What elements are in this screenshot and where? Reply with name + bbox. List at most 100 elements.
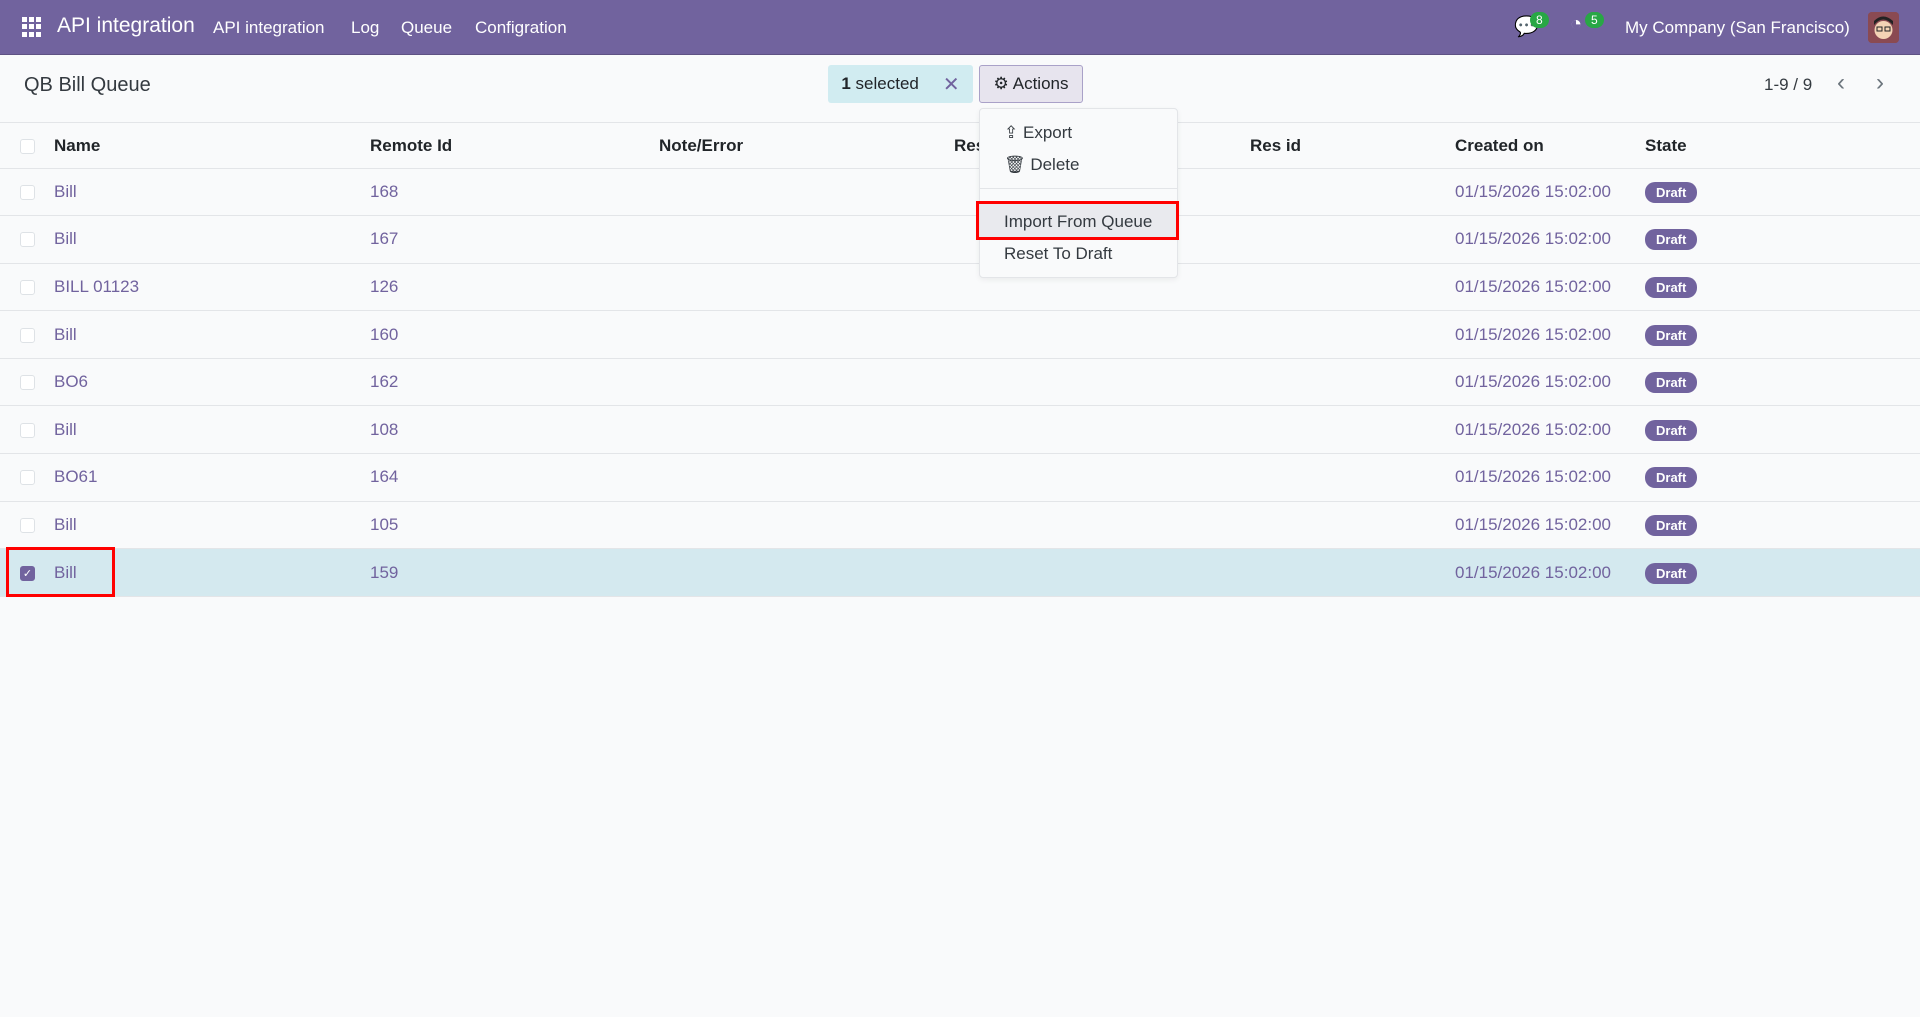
unselect-close-icon[interactable]: ✕ <box>943 72 960 97</box>
row-checkbox[interactable] <box>20 184 35 200</box>
table-row[interactable]: Bill 160 01/15/2026 15:02:00 Draft <box>0 310 1920 359</box>
page-title: QB Bill Queue <box>24 74 151 96</box>
actions-label: Actions <box>1012 74 1069 93</box>
cell-res-id <box>1250 405 1455 455</box>
state-badge: Draft <box>1645 372 1698 394</box>
cell-res-id <box>1250 453 1455 502</box>
state-badge: Draft <box>1645 324 1698 346</box>
cell-created-on[interactable]: 01/15/2026 15:02:00 <box>1455 215 1645 264</box>
cell-remote-id[interactable]: 105 <box>370 501 659 550</box>
select-all-checkbox[interactable] <box>20 138 35 154</box>
cell-res-id <box>1250 358 1455 407</box>
row-checkbox[interactable] <box>20 327 35 343</box>
cell-res <box>954 358 1250 407</box>
selected-label: selected <box>855 74 919 93</box>
highlight-box-selected-row <box>6 547 115 597</box>
cell-remote-id[interactable]: 108 <box>370 405 659 455</box>
menu-configuration[interactable]: Configration <box>475 18 567 38</box>
state-badge: Draft <box>1645 467 1698 489</box>
cell-name[interactable]: BO6 <box>54 358 370 407</box>
messages-badge: 8 <box>1530 12 1549 28</box>
top-navbar: API integration API integration Log Queu… <box>0 0 1920 55</box>
cell-name[interactable]: Bill <box>54 215 370 264</box>
state-badge: Draft <box>1645 276 1698 298</box>
column-state[interactable]: State <box>1645 124 1920 169</box>
gear-icon: ⚙ <box>993 74 1009 93</box>
column-note-error[interactable]: Note/Error <box>659 124 954 169</box>
cell-created-on[interactable]: 01/15/2026 15:02:00 <box>1455 310 1645 359</box>
cell-remote-id[interactable]: 162 <box>370 358 659 407</box>
cell-remote-id[interactable]: 159 <box>370 548 659 597</box>
state-badge: Draft <box>1645 419 1698 441</box>
control-panel: QB Bill Queue 1 selected ✕ ⚙ Actions 1-9… <box>0 55 1920 123</box>
table-row[interactable]: Bill 167 01/15/2026 15:02:00 Draft <box>0 215 1920 264</box>
table-row[interactable]: BILL 01123 126 01/15/2026 15:02:00 Draft <box>0 263 1920 312</box>
activities-badge: 5 <box>1585 12 1604 28</box>
selection-indicator: 1 selected ✕ <box>828 65 973 103</box>
cell-name[interactable]: BO61 <box>54 453 370 502</box>
menu-item-reset-to-draft[interactable]: Reset To Draft <box>1004 244 1112 264</box>
cell-name[interactable]: Bill <box>54 168 370 217</box>
cell-remote-id[interactable]: 126 <box>370 263 659 312</box>
cell-created-on[interactable]: 01/15/2026 15:02:00 <box>1455 358 1645 407</box>
cell-res-id <box>1250 215 1455 264</box>
cell-remote-id[interactable]: 160 <box>370 310 659 359</box>
queue-table: Name Remote Id Note/Error Res Res id Cre… <box>0 124 1920 597</box>
app-title[interactable]: API integration <box>57 14 195 38</box>
user-avatar[interactable] <box>1868 12 1899 43</box>
cell-res <box>954 548 1250 597</box>
table-row[interactable]: Bill 105 01/15/2026 15:02:00 Draft <box>0 501 1920 550</box>
cell-name[interactable]: Bill <box>54 405 370 455</box>
table-row[interactable]: BO61 164 01/15/2026 15:02:00 Draft <box>0 453 1920 502</box>
menu-queue[interactable]: Queue <box>401 18 452 38</box>
row-checkbox[interactable] <box>20 280 35 295</box>
cell-created-on[interactable]: 01/15/2026 15:02:00 <box>1455 405 1645 455</box>
row-checkbox[interactable] <box>20 422 35 438</box>
state-badge: Draft <box>1645 562 1698 584</box>
cell-remote-id[interactable]: 168 <box>370 168 659 217</box>
highlight-box-import <box>976 201 1179 240</box>
table-row[interactable]: ✓ Bill 159 01/15/2026 15:02:00 Draft <box>0 548 1920 597</box>
row-checkbox[interactable] <box>20 232 35 248</box>
table-row[interactable]: Bill 168 01/15/2026 15:02:00 Draft <box>0 168 1920 217</box>
cell-name[interactable]: BILL 01123 <box>54 263 370 312</box>
column-name[interactable]: Name <box>54 124 370 169</box>
cell-name[interactable]: Bill <box>54 501 370 550</box>
table-row[interactable]: BO6 162 01/15/2026 15:02:00 Draft <box>0 358 1920 407</box>
cell-res-id <box>1250 263 1455 312</box>
menu-divider <box>980 188 1177 189</box>
actions-button[interactable]: ⚙ Actions <box>979 65 1083 103</box>
cell-remote-id[interactable]: 164 <box>370 453 659 502</box>
column-remote-id[interactable]: Remote Id <box>370 124 659 169</box>
cell-res <box>954 453 1250 502</box>
cell-note-error <box>659 168 954 217</box>
cell-res <box>954 501 1250 550</box>
cell-remote-id[interactable]: 167 <box>370 215 659 264</box>
menu-item-delete[interactable]: 🗑 Delete <box>1004 155 1079 175</box>
row-checkbox[interactable] <box>20 375 35 391</box>
pager-previous-icon[interactable]: ‹ <box>1837 69 1845 97</box>
state-badge: Draft <box>1645 181 1698 203</box>
menu-log[interactable]: Log <box>351 18 379 38</box>
company-switcher[interactable]: My Company (San Francisco) <box>1625 18 1850 38</box>
cell-created-on[interactable]: 01/15/2026 15:02:00 <box>1455 453 1645 502</box>
cell-name[interactable]: Bill <box>54 310 370 359</box>
menu-item-export[interactable]: ⇪ Export <box>1004 123 1072 143</box>
cell-note-error <box>659 263 954 312</box>
cell-created-on[interactable]: 01/15/2026 15:02:00 <box>1455 501 1645 550</box>
row-checkbox[interactable] <box>20 517 35 533</box>
cell-created-on[interactable]: 01/15/2026 15:02:00 <box>1455 168 1645 217</box>
row-checkbox[interactable] <box>20 470 35 486</box>
apps-grid-icon[interactable] <box>22 17 42 37</box>
cell-created-on[interactable]: 01/15/2026 15:02:00 <box>1455 548 1645 597</box>
cell-created-on[interactable]: 01/15/2026 15:02:00 <box>1455 263 1645 312</box>
activity-clock-icon[interactable]: ◔ <box>1570 13 1582 36</box>
pager-value[interactable]: 1-9 / 9 <box>1764 75 1812 95</box>
table-row[interactable]: Bill 108 01/15/2026 15:02:00 Draft <box>0 405 1920 455</box>
column-res-id[interactable]: Res id <box>1250 124 1455 169</box>
cell-note-error <box>659 405 954 455</box>
pager-next-icon[interactable]: › <box>1876 69 1884 97</box>
menu-api-integration[interactable]: API integration <box>213 18 325 38</box>
state-badge: Draft <box>1645 229 1698 251</box>
column-created-on[interactable]: Created on <box>1455 124 1645 169</box>
